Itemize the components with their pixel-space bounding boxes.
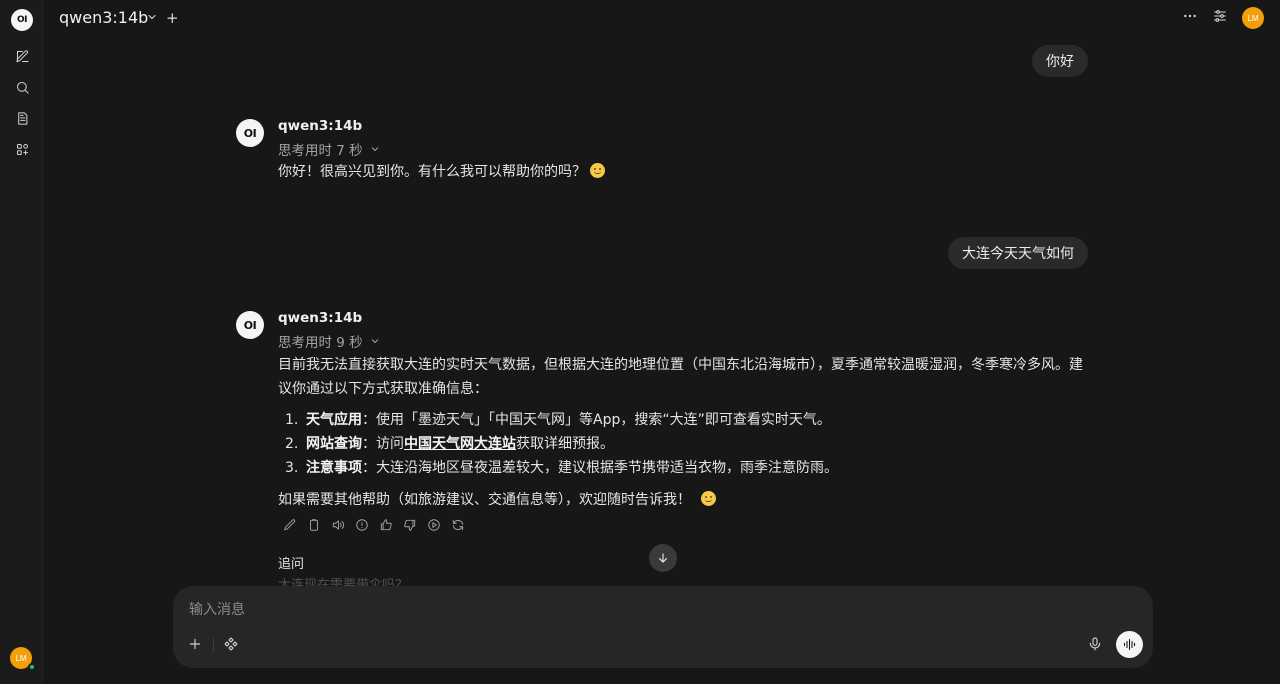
- followup-suggestion[interactable]: 大连现在需要带伞吗？: [278, 578, 408, 586]
- voice-mode-button[interactable]: [1116, 631, 1143, 658]
- online-status-dot: [28, 663, 36, 671]
- message-composer: [173, 586, 1153, 668]
- smile-emoji-icon: [590, 163, 605, 178]
- thinking-toggle[interactable]: 思考用时 7 秒: [278, 139, 381, 159]
- info-button[interactable]: [355, 518, 369, 536]
- weather-site-link[interactable]: 中国天气网大连站: [404, 436, 516, 452]
- refresh-icon: [452, 519, 464, 531]
- list-item: 3. 注意事项：大连沿海地区昼夜温差较大，建议根据季节携带适当衣物，雨季注意防雨…: [285, 460, 838, 476]
- ellipsis-icon: [1184, 14, 1196, 18]
- edit-icon: [15, 49, 29, 62]
- add-model-button[interactable]: +: [166, 9, 179, 27]
- notes-button[interactable]: [12, 108, 32, 128]
- model-chevron-button[interactable]: [146, 11, 158, 27]
- thumbs-down-icon: [404, 519, 416, 531]
- tools-button[interactable]: [223, 636, 239, 652]
- microphone-icon: [1089, 637, 1101, 651]
- assistant-model-name: qwen3:14b: [278, 118, 363, 134]
- attach-button[interactable]: [187, 636, 203, 652]
- document-icon: [17, 111, 27, 125]
- pencil-icon: [284, 519, 296, 531]
- thinking-toggle[interactable]: 思考用时 9 秒: [278, 331, 381, 351]
- app-logo[interactable]: OI: [11, 9, 33, 31]
- tools-icon: [224, 637, 238, 651]
- arrow-down-icon: [658, 553, 668, 563]
- assistant-message-text: 你好！很高兴见到你。有什么我可以帮助你的吗？: [278, 160, 1088, 184]
- user-message-bubble: 你好: [1032, 45, 1088, 77]
- left-rail: OI LM: [0, 0, 43, 684]
- regenerate-button[interactable]: [451, 518, 465, 536]
- followup-label: 追问: [278, 557, 305, 572]
- thinking-duration: 思考用时 7 秒: [278, 143, 363, 159]
- controls-button[interactable]: [1212, 8, 1228, 28]
- new-chat-button[interactable]: [12, 46, 32, 66]
- thumbs-up-button[interactable]: [379, 518, 393, 536]
- info-icon: [356, 519, 368, 531]
- model-selector[interactable]: qwen3:14b: [59, 8, 148, 27]
- thinking-duration: 思考用时 9 秒: [278, 335, 363, 351]
- plus-icon: [189, 638, 201, 650]
- copy-button[interactable]: [307, 518, 321, 536]
- more-options-button[interactable]: [1182, 8, 1198, 28]
- smile-emoji-icon: [701, 491, 716, 506]
- scroll-to-bottom-button[interactable]: [649, 544, 677, 572]
- dictate-button[interactable]: [1087, 636, 1103, 652]
- header-user-avatar[interactable]: LM: [1242, 7, 1264, 29]
- composer-divider: [213, 638, 214, 652]
- apps-icon: [16, 143, 28, 155]
- assistant-avatar: OI: [236, 311, 264, 339]
- assistant-avatar: OI: [236, 119, 264, 147]
- speaker-icon: [332, 520, 345, 530]
- assistant-outro-text: 如果需要其他帮助（如旅游建议、交通信息等），欢迎随时告诉我！: [278, 488, 1088, 512]
- list-item: 1. 天气应用：使用「墨迹天气」「中国天气网」等App，搜索“大连”即可查看实时…: [285, 412, 831, 428]
- play-circle-icon: [428, 519, 440, 531]
- user-message-bubble: 大连今天天气如何: [948, 237, 1088, 269]
- continue-button[interactable]: [427, 518, 441, 536]
- edit-button[interactable]: [283, 518, 297, 536]
- workspace-button[interactable]: [12, 139, 32, 159]
- search-icon: [16, 81, 29, 94]
- clipboard-icon: [310, 519, 318, 531]
- list-item: 2. 网站查询：访问中国天气网大连站获取详细预报。: [285, 436, 614, 452]
- message-action-bar: [283, 518, 465, 536]
- assistant-model-name: qwen3:14b: [278, 310, 363, 326]
- chevron-down-icon: [148, 14, 156, 20]
- message-input[interactable]: [189, 598, 1089, 622]
- audio-waveform-icon: [1123, 638, 1136, 651]
- search-button[interactable]: [12, 77, 32, 97]
- thumbs-up-icon: [380, 519, 392, 531]
- thumbs-down-button[interactable]: [403, 518, 417, 536]
- assistant-intro-text: 目前我无法直接获取大连的实时天气数据，但根据大连的地理位置（中国东北沿海城市），…: [278, 357, 1083, 397]
- top-bar: qwen3:14b + LM: [43, 0, 1280, 36]
- read-aloud-button[interactable]: [331, 518, 345, 536]
- assistant-ordered-list: 1. 天气应用：使用「墨迹天气」「中国天气网」等App，搜索“大连”即可查看实时…: [285, 408, 1085, 480]
- chevron-down-icon: [371, 339, 379, 344]
- sliders-icon: [1214, 10, 1226, 22]
- assistant-message-content: 你好！很高兴见到你。有什么我可以帮助你的吗？: [278, 164, 586, 180]
- chevron-down-icon: [371, 147, 379, 152]
